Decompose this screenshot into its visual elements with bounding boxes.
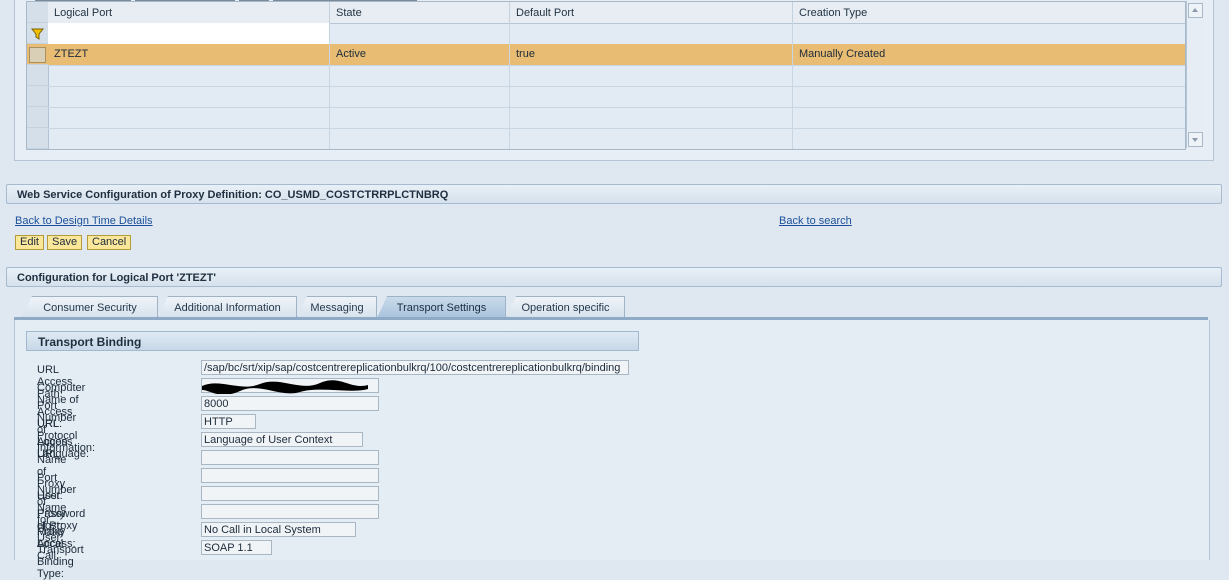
- logical-port-config-header: Configuration for Logical Port 'ZTEZT': [6, 267, 1222, 287]
- table-row-empty: [48, 128, 1185, 149]
- cell-creation-type: Manually Created: [799, 48, 886, 60]
- filter-input-default-port[interactable]: [510, 23, 793, 44]
- column-header-default-port[interactable]: Default Port: [510, 2, 793, 23]
- row-selector[interactable]: [27, 107, 48, 128]
- cell-logical-port: ZTEZT: [48, 44, 330, 65]
- redaction-scribble: [202, 380, 368, 394]
- table-row-empty: [48, 107, 1185, 129]
- row-selector[interactable]: [27, 86, 48, 107]
- tab-messaging[interactable]: Messaging: [297, 296, 377, 318]
- logical-ports-table: Logical Port State Default Port Creation…: [26, 1, 1186, 150]
- row-selector[interactable]: [27, 44, 48, 65]
- empty-cell: [330, 65, 510, 86]
- cell-default-port: true: [510, 44, 793, 65]
- column-header-state[interactable]: State: [330, 2, 510, 23]
- filter-row: [48, 23, 1185, 45]
- empty-cell: [48, 65, 330, 86]
- empty-cell: [330, 128, 510, 149]
- empty-cell: [510, 65, 793, 86]
- logon-language-field[interactable]: Language of User Context: [201, 432, 363, 447]
- tab-additional-information[interactable]: Additional Information: [158, 296, 297, 318]
- table-vertical-scrollbar[interactable]: [1186, 1, 1203, 148]
- select-all-cell[interactable]: [27, 2, 48, 23]
- tab-consumer-security[interactable]: Consumer Security: [22, 296, 158, 318]
- filter-input-creation-type[interactable]: [793, 23, 1185, 44]
- empty-cell: [48, 107, 330, 128]
- transport-binding-header: Transport Binding: [26, 331, 639, 351]
- proxy-port-field[interactable]: [201, 468, 379, 483]
- filter-input-state[interactable]: [330, 23, 510, 44]
- back-to-design-time-link[interactable]: Back to Design Time Details: [15, 215, 153, 227]
- logical-ports-table-panel: Logical Port State Default Port Creation…: [14, 0, 1214, 161]
- table-row[interactable]: ZTEZT Active true Manually Created: [48, 44, 1185, 66]
- empty-cell: [48, 86, 330, 107]
- field-label: Transport Binding Type:: [37, 544, 84, 580]
- table-row-empty: [48, 65, 1185, 87]
- port-number-field[interactable]: 8000: [201, 396, 379, 411]
- empty-cell: [510, 128, 793, 149]
- edit-button[interactable]: Edit: [15, 235, 44, 250]
- empty-cell: [330, 107, 510, 128]
- empty-cell: [510, 86, 793, 107]
- proxy-user-field[interactable]: [201, 486, 379, 501]
- column-header-creation-type[interactable]: Creation Type: [793, 2, 1185, 23]
- web-service-config-header: Web Service Configuration of Proxy Defin…: [6, 184, 1222, 204]
- row-selector[interactable]: [27, 128, 48, 149]
- proxy-host-field[interactable]: [201, 450, 379, 465]
- row-selector[interactable]: [27, 65, 48, 86]
- scroll-down-icon[interactable]: [1188, 132, 1203, 147]
- local-call-field[interactable]: No Call in Local System: [201, 522, 356, 537]
- table-header: Logical Port State Default Port Creation…: [48, 2, 1185, 24]
- tab-transport-settings[interactable]: Transport Settings: [377, 296, 506, 318]
- transport-settings-panel: [14, 320, 1210, 560]
- empty-cell: [48, 128, 330, 149]
- tab-operation-specific[interactable]: Operation specific: [506, 296, 625, 318]
- empty-cell: [330, 86, 510, 107]
- back-to-search-link[interactable]: Back to search: [779, 215, 852, 227]
- scroll-up-icon[interactable]: [1188, 3, 1203, 18]
- table-row-empty: [48, 86, 1185, 108]
- filter-input-logical-port[interactable]: [48, 23, 330, 44]
- cell-state: Active: [330, 44, 510, 65]
- filter-icon[interactable]: [27, 23, 48, 44]
- cancel-button[interactable]: Cancel: [87, 235, 132, 250]
- proxy-password-field[interactable]: [201, 504, 379, 519]
- empty-cell: [510, 107, 793, 128]
- protocol-field[interactable]: HTTP: [201, 414, 256, 429]
- save-button[interactable]: Save: [47, 235, 83, 250]
- row-selector-column: [27, 2, 49, 149]
- url-access-path-field[interactable]: /sap/bc/srt/xip/sap/costcentrereplicatio…: [201, 360, 629, 375]
- column-header-logical-port[interactable]: Logical Port: [48, 2, 330, 23]
